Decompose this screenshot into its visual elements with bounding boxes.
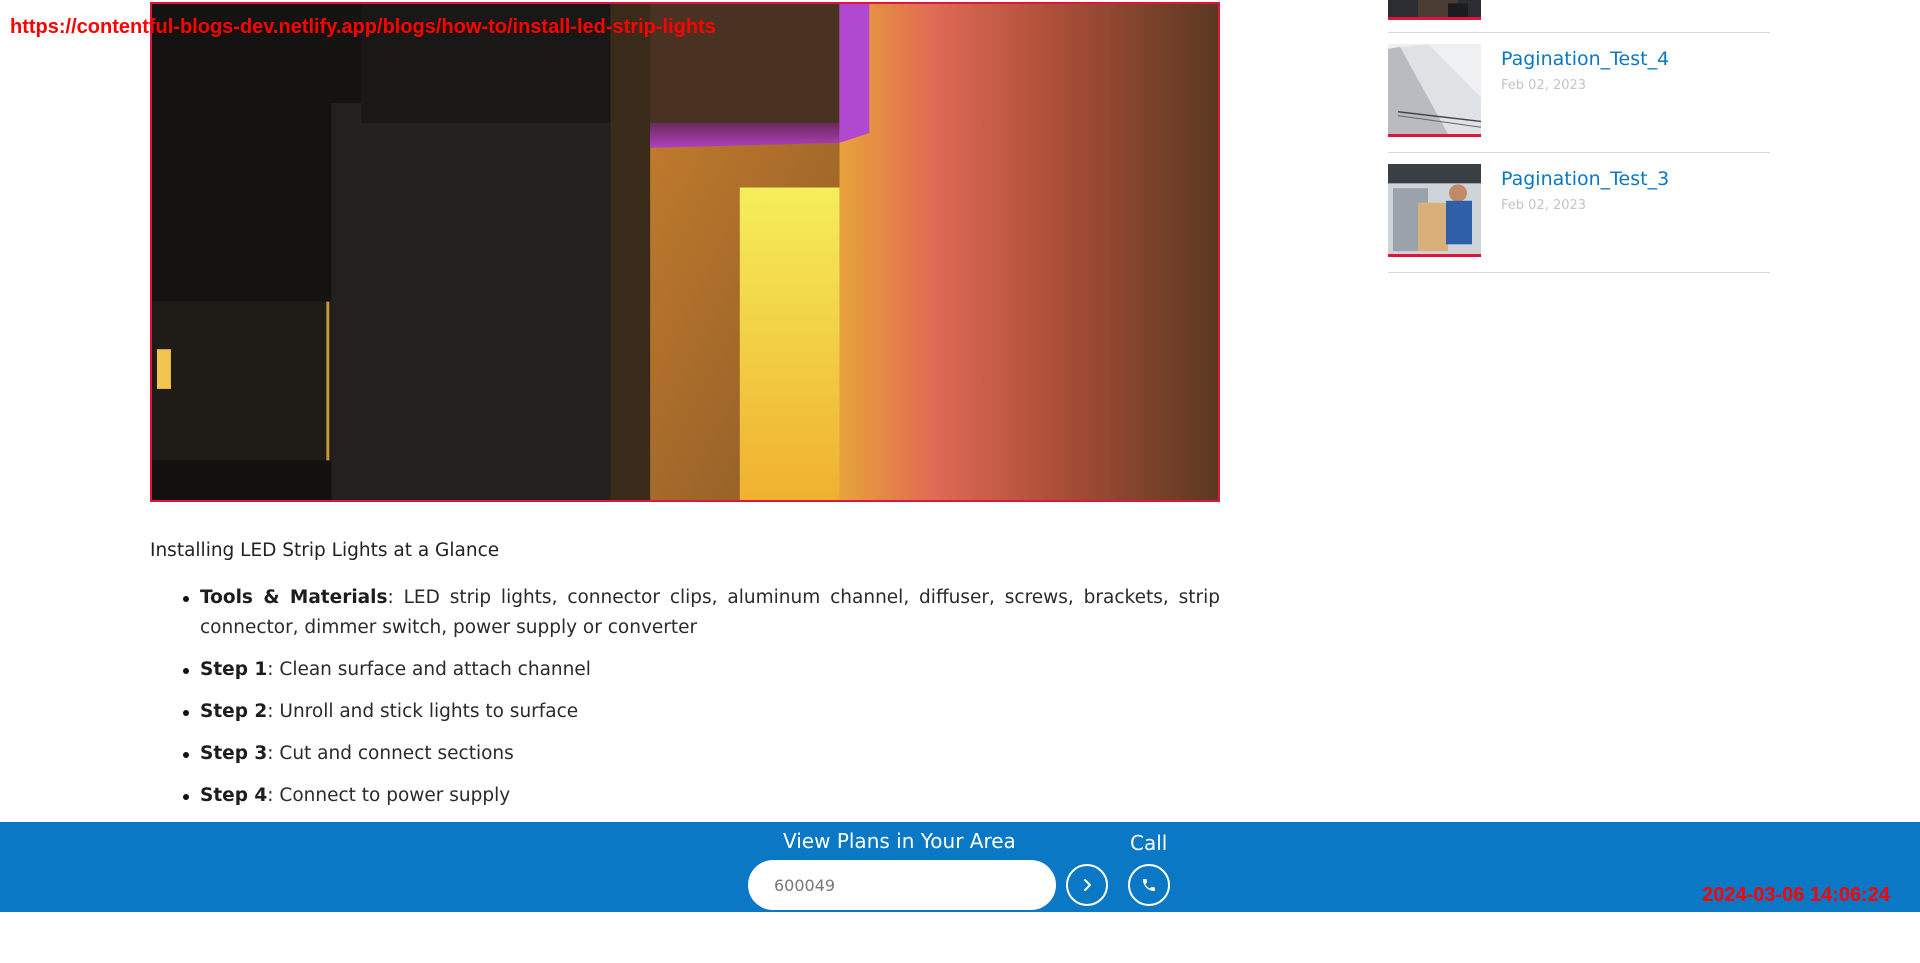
article-heading: Installing LED Strip Lights at a Glance <box>150 540 500 561</box>
submit-zip-button[interactable] <box>1066 864 1108 906</box>
sidebar-post[interactable]: Pagination_Test_3 Feb 02, 2023 <box>1388 153 1770 273</box>
call-label: Call <box>1130 831 1168 855</box>
list-item: Step 2: Unroll and stick lights to surfa… <box>183 697 1220 727</box>
list-item-label: Tools & Materials <box>200 587 388 608</box>
post-title-link[interactable]: Pagination_Test_3 <box>1501 168 1669 190</box>
sidebar-post[interactable]: Pagination_Test_4 Feb 02, 2023 <box>1388 33 1770 153</box>
list-item-label: Step 4 <box>200 785 268 806</box>
list-item: Step 3: Cut and connect sections <box>183 739 1220 769</box>
list-item: Step 1: Clean surface and attach channel <box>183 655 1220 685</box>
view-plans-label: View Plans in Your Area <box>783 829 1016 853</box>
list-item-text: Clean surface and attach channel <box>279 659 591 680</box>
post-thumbnail[interactable] <box>1388 0 1481 20</box>
url-overlay: https://contentful-blogs-dev.netlify.app… <box>10 16 716 38</box>
related-posts-sidebar: Pagination_Test_4 Feb 02, 2023 Paginatio… <box>1388 0 1770 273</box>
list-item-text: Connect to power supply <box>279 785 511 806</box>
article-body: Installing LED Strip Lights at a Glance … <box>150 540 1220 823</box>
chevron-right-icon <box>1084 879 1091 891</box>
post-thumbnail[interactable] <box>1388 44 1481 137</box>
steps-list: Tools & Materials: LED strip lights, con… <box>150 583 1220 811</box>
post-thumbnail-graphic <box>1388 44 1481 134</box>
post-thumbnail-graphic <box>1388 0 1481 17</box>
post-thumbnail-graphic <box>1388 164 1481 254</box>
zip-code-input[interactable] <box>748 860 1056 910</box>
list-item: Step 4: Connect to power supply <box>183 781 1220 811</box>
list-item-label: Step 2 <box>200 701 268 722</box>
hero-image-graphic <box>152 4 1218 500</box>
post-date: Feb 02, 2023 <box>1501 78 1587 93</box>
sidebar-post-partial[interactable] <box>1388 0 1770 33</box>
call-button[interactable] <box>1128 864 1170 906</box>
hero-image <box>150 2 1220 502</box>
list-item-text: Cut and connect sections <box>279 743 514 764</box>
phone-icon <box>1143 879 1155 891</box>
list-item-label: Step 1 <box>200 659 268 680</box>
list-item-text: Unroll and stick lights to surface <box>279 701 579 722</box>
list-item-label: Step 3 <box>200 743 268 764</box>
post-title-link[interactable]: Pagination_Test_4 <box>1501 48 1669 70</box>
view-plans-bar: View Plans in Your Area Call <box>0 822 1920 912</box>
list-item: Tools & Materials: LED strip lights, con… <box>183 583 1220 643</box>
post-date: Feb 02, 2023 <box>1501 198 1587 213</box>
post-thumbnail[interactable] <box>1388 164 1481 257</box>
timestamp-overlay: 2024-03-06 14:06:24 <box>1702 884 1890 906</box>
